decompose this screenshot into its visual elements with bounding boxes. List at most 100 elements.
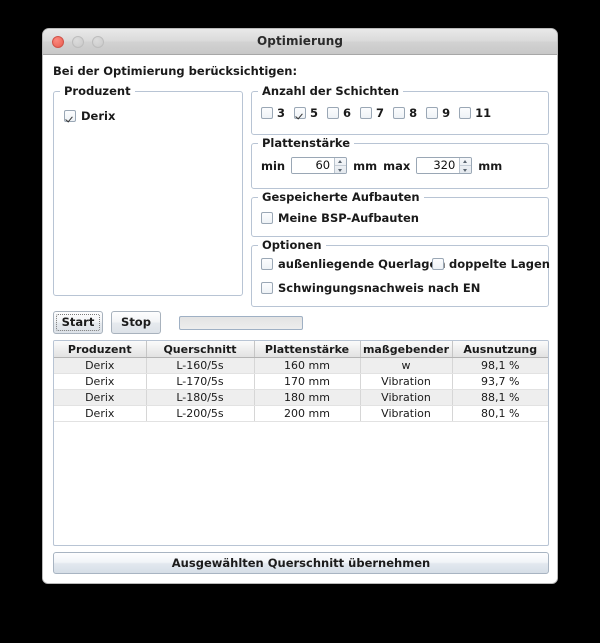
stop-button[interactable]: Stop (111, 311, 161, 334)
results-table-container[interactable]: Produzent Querschnitt Plattenstärke maßg… (53, 340, 549, 546)
cell-ausnutzung: 98,1 % (452, 357, 548, 374)
max-thickness-stepper[interactable]: 320 (416, 157, 473, 174)
checkbox-label: 6 (343, 106, 352, 120)
schichten-legend: Anzahl der Schichten (258, 84, 404, 98)
stepper-down-icon[interactable] (460, 166, 471, 173)
schichten-group: Anzahl der Schichten 3 5 6 7 8 9 11 (251, 84, 549, 135)
cell-ausnutzung: 88,1 % (452, 389, 548, 406)
table-row[interactable]: Derix L-180/5s 180 mm Vibration 88,1 % (54, 389, 548, 406)
checkbox-schichten-5[interactable]: 5 (294, 106, 318, 120)
checkbox-icon[interactable] (360, 107, 373, 119)
window-content: Bei der Optimierung berücksichtigen: Pro… (43, 55, 557, 583)
produzent-legend: Produzent (60, 84, 135, 98)
cell-nachweis: w (360, 357, 453, 374)
cell-plattenstaerke: 180 mm (254, 389, 361, 406)
checkbox-aussenliegende-querlagen[interactable]: außenliegende Querlagen (261, 257, 446, 271)
checkbox-meine-bsp-aufbauten[interactable]: Meine BSP-Aufbauten (261, 211, 419, 225)
cell-querschnitt: L-160/5s (146, 357, 255, 374)
progress-bar (179, 315, 303, 330)
screen: Optimierung Bei der Optimierung berücksi… (0, 0, 600, 643)
cell-querschnitt: L-170/5s (146, 373, 255, 390)
checkbox-icon[interactable] (261, 282, 273, 294)
checkbox-icon[interactable] (261, 107, 273, 119)
checkbox-icon[interactable] (261, 258, 273, 270)
table-row[interactable]: Derix L-200/5s 200 mm Vibration 80,1 % (54, 405, 548, 422)
results-table-body: Derix L-160/5s 160 mm w 98,1 % Derix L-1… (54, 357, 548, 422)
checkbox-label: 7 (376, 106, 385, 120)
table-row[interactable]: Derix L-170/5s 170 mm Vibration 93,7 % (54, 373, 548, 390)
checkbox-icon[interactable] (393, 107, 406, 119)
checkbox-doppelte-lagen[interactable]: doppelte Lagen (432, 257, 550, 271)
min-thickness-input[interactable]: 60 (292, 158, 335, 173)
checkbox-icon[interactable] (64, 110, 76, 122)
column-header-produzent[interactable]: Produzent (54, 341, 147, 358)
checkbox-label: außenliegende Querlagen (278, 257, 446, 271)
checkbox-schichten-6[interactable]: 6 (327, 106, 351, 120)
cell-querschnitt: L-180/5s (146, 389, 255, 406)
cell-ausnutzung: 80,1 % (452, 405, 548, 422)
stepper-up-icon[interactable] (460, 158, 472, 166)
results-table: Produzent Querschnitt Plattenstärke maßg… (54, 341, 548, 422)
optionen-group: Optionen außenliegende Querlagen doppelt… (251, 238, 550, 307)
window-title: Optimierung (256, 34, 344, 48)
column-header-label: Produzent (67, 342, 132, 356)
stepper-buttons[interactable] (459, 158, 472, 173)
stop-button-label: Stop (121, 315, 151, 329)
action-bar: Start Stop (53, 311, 303, 334)
checkbox-schwingungsnachweis-nach-en[interactable]: Schwingungsnachweis nach EN (261, 281, 480, 295)
cell-produzent: Derix (54, 389, 147, 406)
schichten-options: 3 5 6 7 8 9 11 (261, 106, 491, 120)
cell-produzent: Derix (54, 405, 147, 422)
cell-ausnutzung: 93,7 % (452, 373, 548, 390)
cell-produzent: Derix (54, 357, 147, 374)
results-table-header: Produzent Querschnitt Plattenstärke maßg… (54, 341, 548, 358)
checkbox-label: 8 (409, 106, 418, 120)
checkbox-schichten-3[interactable]: 3 (261, 106, 285, 120)
checkbox-label: Schwingungsnachweis nach EN (278, 281, 481, 295)
apply-cross-section-button[interactable]: Ausgewählten Querschnitt übernehmen (53, 552, 549, 574)
min-label: min (261, 158, 286, 173)
optimierung-window: Optimierung Bei der Optimierung berücksi… (42, 28, 558, 584)
column-header-plattenstaerke[interactable]: Plattenstärke (254, 341, 361, 358)
start-button[interactable]: Start (53, 311, 103, 334)
column-header-massgebender-nachweis[interactable]: maßgebender Nachweis (360, 341, 453, 358)
cell-plattenstaerke: 170 mm (254, 373, 361, 390)
stepper-down-icon[interactable] (335, 166, 346, 173)
stepper-up-icon[interactable] (335, 158, 347, 166)
checkbox-label: 5 (310, 106, 319, 120)
checkbox-icon[interactable] (327, 107, 340, 119)
checkbox-icon[interactable] (459, 107, 472, 119)
stepper-buttons[interactable] (334, 158, 347, 173)
checkbox-label: 9 (442, 106, 451, 120)
page-title: Bei der Optimierung berücksichtigen: (53, 64, 298, 78)
cell-nachweis: Vibration (360, 405, 453, 422)
apply-cross-section-label: Ausgewählten Querschnitt übernehmen (171, 556, 431, 570)
min-thickness-stepper[interactable]: 60 (291, 157, 348, 174)
aufbauten-legend: Gespeicherte Aufbauten (258, 190, 424, 204)
cell-querschnitt: L-200/5s (146, 405, 255, 422)
cell-nachweis: Vibration (360, 373, 453, 390)
column-header-label: Querschnitt (163, 342, 237, 356)
table-row[interactable]: Derix L-160/5s 160 mm w 98,1 % (54, 357, 548, 374)
max-unit-label: mm (478, 158, 503, 173)
checkbox-icon[interactable] (432, 258, 444, 270)
checkbox-schichten-7[interactable]: 7 (360, 106, 384, 120)
window-titlebar: Optimierung (43, 29, 557, 55)
plattenstaerke-group: Plattenstärke min 60 mm max 320 mm (251, 136, 549, 189)
checkbox-icon[interactable] (261, 212, 273, 224)
produzent-group: Produzent Derix (53, 84, 243, 296)
checkbox-label: 3 (277, 106, 286, 120)
checkbox-schichten-11[interactable]: 11 (459, 106, 491, 120)
checkbox-icon[interactable] (426, 107, 439, 119)
column-header-ausnutzung[interactable]: Ausnutzung (452, 341, 548, 358)
checkbox-schichten-9[interactable]: 9 (426, 106, 450, 120)
max-thickness-input[interactable]: 320 (417, 158, 460, 173)
cell-produzent: Derix (54, 373, 147, 390)
plattenstaerke-controls: min 60 mm max 320 mm (261, 157, 502, 174)
min-unit-label: mm (353, 158, 378, 173)
checkbox-produzent-derix[interactable]: Derix (64, 109, 115, 123)
column-header-querschnitt[interactable]: Querschnitt (146, 341, 255, 358)
cell-plattenstaerke: 160 mm (254, 357, 361, 374)
checkbox-icon[interactable] (294, 107, 307, 119)
checkbox-schichten-8[interactable]: 8 (393, 106, 417, 120)
